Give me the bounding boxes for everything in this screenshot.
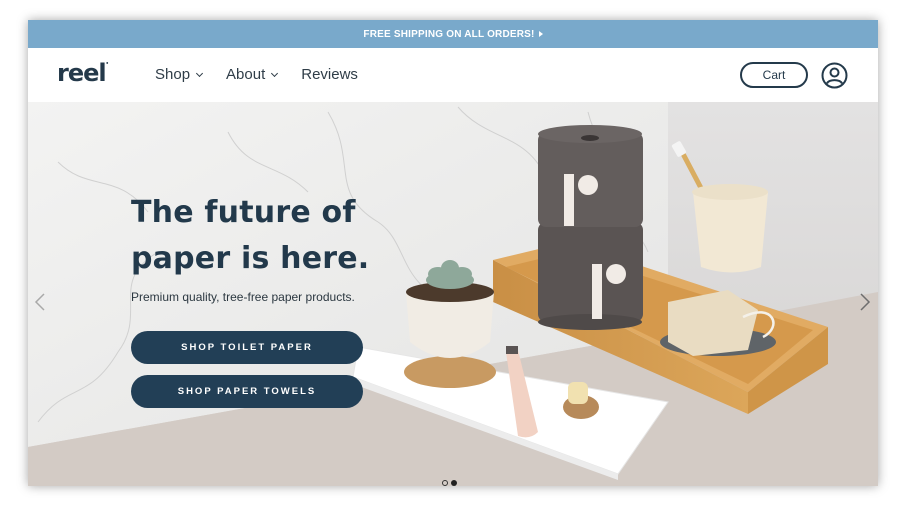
- nav-item-about[interactable]: About: [226, 66, 279, 83]
- logo[interactable]: reel•: [57, 59, 109, 87]
- nav-item-reviews[interactable]: Reviews: [301, 66, 358, 83]
- carousel-dot-1[interactable]: [442, 480, 448, 486]
- carousel-dots: [442, 480, 457, 486]
- hero-subtitle: Premium quality, tree-free paper product…: [131, 290, 355, 304]
- chevron-down-icon: [271, 69, 279, 77]
- chevron-left-icon[interactable]: [33, 292, 47, 312]
- cart-button[interactable]: Cart: [740, 62, 808, 88]
- chevron-down-icon: [196, 69, 204, 77]
- user-circle-icon[interactable]: [821, 62, 848, 89]
- nav-item-shop[interactable]: Shop: [155, 66, 204, 83]
- announcement-text: FREE SHIPPING ON ALL ORDERS!: [363, 28, 535, 40]
- chevron-right-icon[interactable]: [858, 292, 872, 312]
- nav-menu: Shop About Reviews: [155, 66, 382, 83]
- shop-paper-towels-button[interactable]: SHOP PAPER TOWELS: [131, 375, 363, 408]
- hero-carousel: The future of paper is here. Premium qua…: [28, 102, 878, 486]
- shop-toilet-paper-button[interactable]: SHOP TOILET PAPER: [131, 331, 363, 364]
- hero-headline: The future of paper is here.: [131, 190, 369, 282]
- nav-item-label: Reviews: [301, 66, 358, 83]
- cart-label: Cart: [762, 68, 786, 82]
- button-label: SHOP TOILET PAPER: [181, 342, 313, 353]
- headline-line-1: The future of: [131, 195, 356, 230]
- toilet-paper-rolls: [538, 125, 643, 330]
- main-nav: reel• Shop About Reviews Cart: [28, 48, 878, 102]
- announcement-bar[interactable]: FREE SHIPPING ON ALL ORDERS!: [28, 20, 878, 48]
- caret-right-icon: [538, 31, 543, 37]
- headline-line-2: paper is here.: [131, 241, 370, 276]
- nav-item-label: Shop: [155, 66, 191, 83]
- browser-page: FREE SHIPPING ON ALL ORDERS! reel• Shop …: [28, 20, 878, 486]
- nav-item-label: About: [226, 66, 266, 83]
- carousel-dot-2-active[interactable]: [451, 480, 457, 486]
- button-label: SHOP PAPER TOWELS: [177, 386, 317, 397]
